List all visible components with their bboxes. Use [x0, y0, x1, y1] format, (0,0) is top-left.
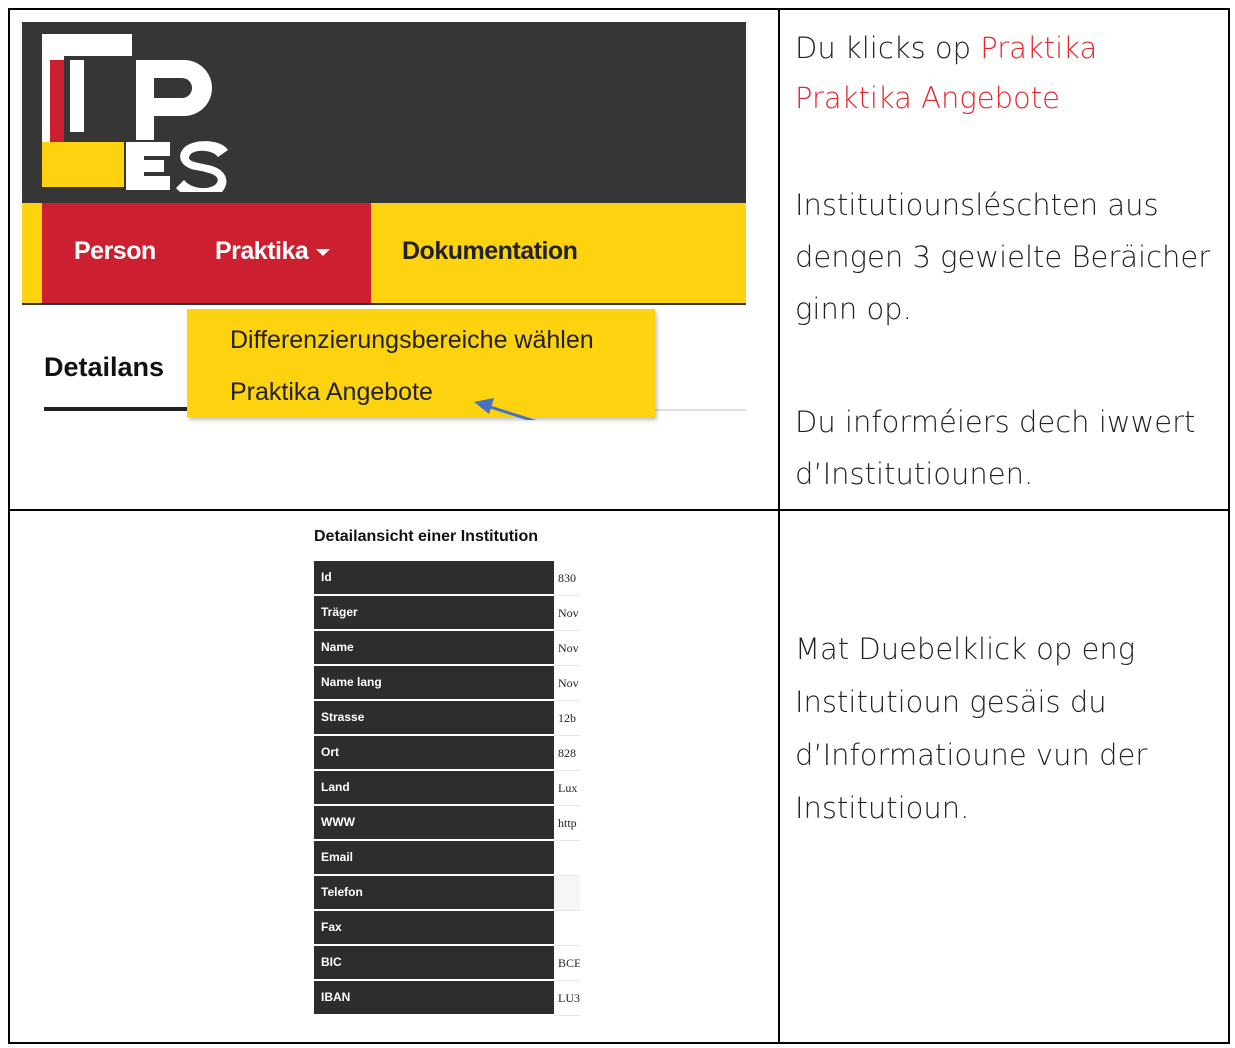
instruction-line-1: Du klicks op Praktika: [795, 23, 1097, 74]
menu-screenshot: Person Praktika Dokumentation Detailans …: [22, 22, 746, 420]
row-value: 828: [554, 736, 580, 771]
instruction-para3-line2: d’Institutiounen.: [795, 457, 1034, 491]
row-label: Telefon: [314, 876, 554, 911]
row-value: [554, 876, 580, 911]
detail-view-title: Detailansicht einer Institution: [314, 528, 539, 545]
doubleclick-line2: Institutioun gesäis du: [795, 685, 1107, 719]
table-row: Träger Nov: [314, 596, 580, 631]
row-value: [554, 841, 580, 876]
row-label: Name lang: [314, 666, 554, 701]
row-label: Fax: [314, 911, 554, 946]
table-row: Telefon: [314, 876, 580, 911]
table-row-divider: [8, 509, 1230, 511]
row-value: Nov: [554, 631, 580, 666]
row-value: BCE: [554, 946, 580, 981]
row-label: Name: [314, 631, 554, 666]
row-label: Land: [314, 771, 554, 806]
institution-detail-table: Id 830 Träger Nov Name Nov Name lang Nov Str…: [314, 561, 580, 1016]
row-label: Träger: [314, 596, 554, 631]
doubleclick-line3: d’Informatioune vun der: [795, 738, 1148, 772]
row-value: LU3: [554, 981, 580, 1016]
table-row: IBAN LU3: [314, 981, 580, 1016]
row-label: BIC: [314, 946, 554, 981]
doubleclick-line1: Mat Duebelklick op eng: [795, 632, 1136, 666]
instruction-para3-line1: Du informéiers dech iwwert: [795, 405, 1196, 439]
instruction-para2-line2: dengen 3 gewielte Beräicher: [795, 240, 1211, 274]
row-value: Nov: [554, 666, 580, 701]
row-value: [554, 911, 580, 946]
row-label: Email: [314, 841, 554, 876]
praktika-angebote-link-text: Praktika Angebote: [795, 81, 1060, 115]
table-row: Email: [314, 841, 580, 876]
table-row: BIC BCE: [314, 946, 580, 981]
row-label: Id: [314, 561, 554, 596]
table-border-right: [1228, 8, 1230, 1044]
row-value: Nov: [554, 596, 580, 631]
row-value: 830: [554, 561, 580, 596]
table-row: WWW http: [314, 806, 580, 841]
row-value: http: [554, 806, 580, 841]
table-row: Land Lux: [314, 771, 580, 806]
table-row: Fax: [314, 911, 580, 946]
table-border-bottom: [8, 1042, 1230, 1044]
table-border-top: [8, 8, 1230, 10]
table-row: Id 830: [314, 561, 580, 596]
table-row: Name lang Nov: [314, 666, 580, 701]
pointer-arrow-icon: [474, 398, 537, 420]
instruction-para2-line3: ginn op.: [795, 292, 912, 326]
instruction-text: Du klicks op: [795, 31, 981, 65]
table-row: Name Nov: [314, 631, 580, 666]
table-row: Strasse 12b: [314, 701, 580, 736]
row-value: Lux: [554, 771, 580, 806]
row-value: 12b: [554, 701, 580, 736]
table-row: Ort 828: [314, 736, 580, 771]
row-label: Ort: [314, 736, 554, 771]
doubleclick-line4: Institutioun.: [795, 791, 970, 825]
table-border-left: [8, 8, 10, 1044]
row-label: WWW: [314, 806, 554, 841]
row-label: IBAN: [314, 981, 554, 1016]
row-label: Strasse: [314, 701, 554, 736]
praktika-link-text: Praktika: [980, 31, 1098, 65]
instruction-para2-line1: Institutiounsléschten aus: [795, 188, 1159, 222]
table-col-divider: [778, 8, 780, 1044]
